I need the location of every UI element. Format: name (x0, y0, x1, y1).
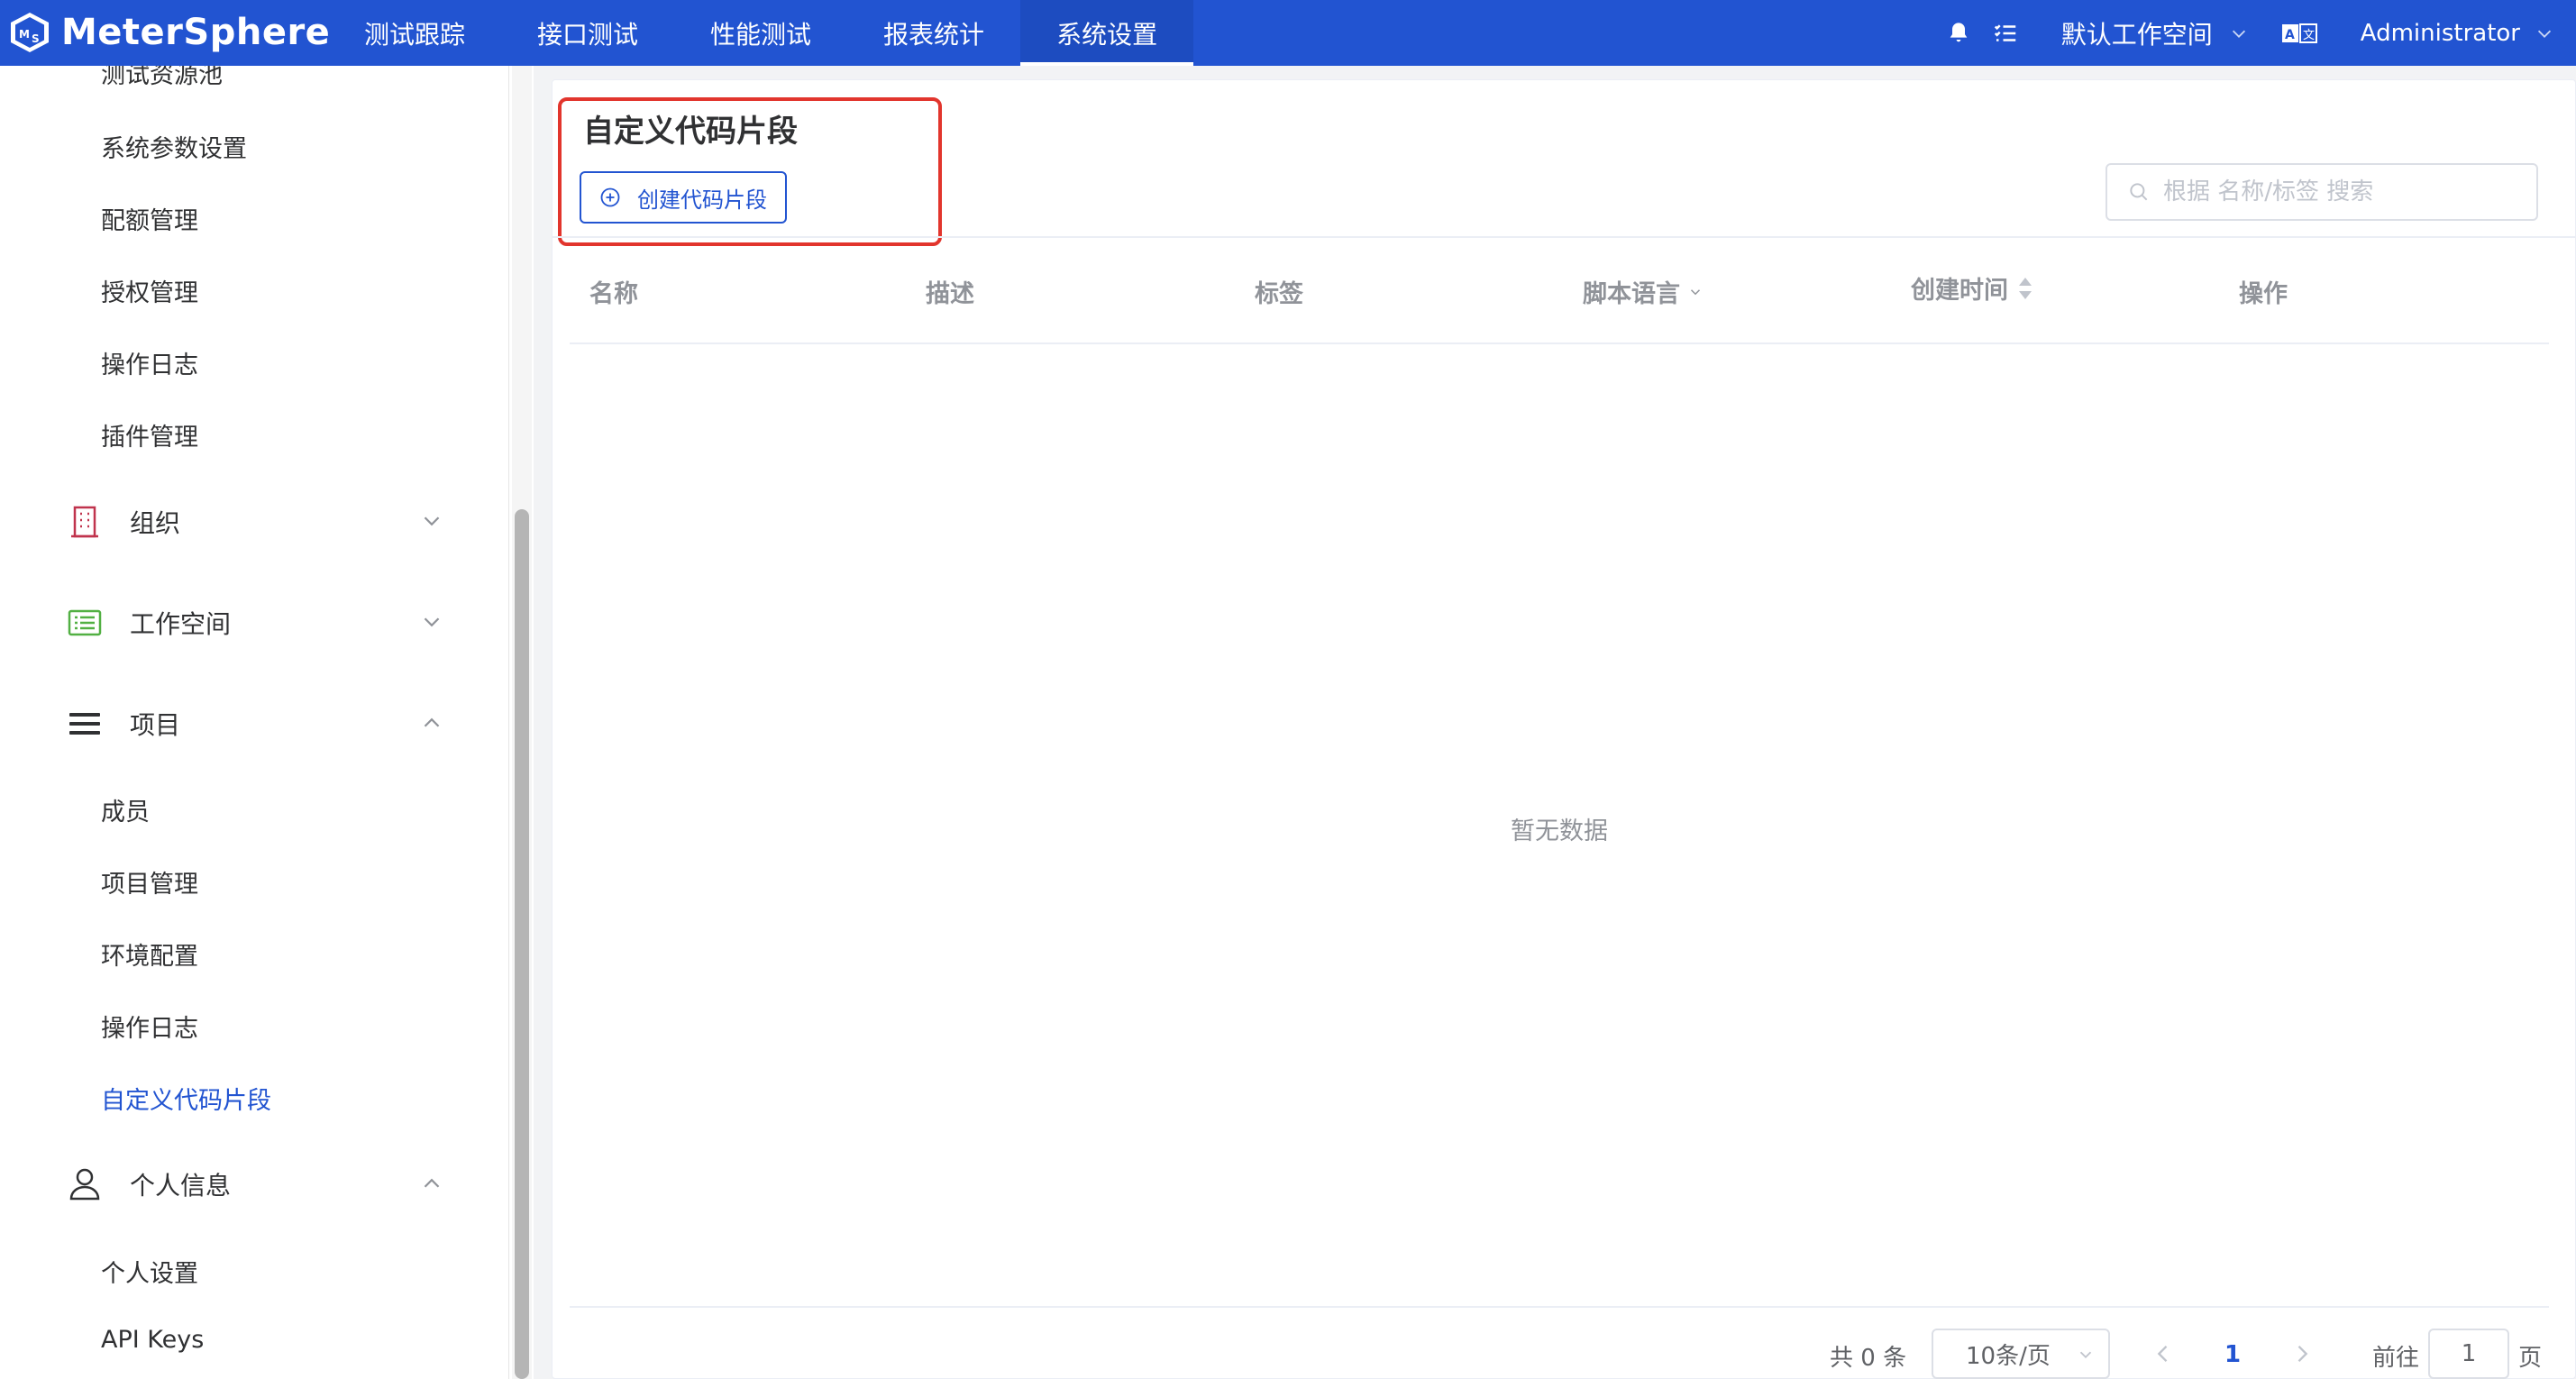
chevron-down-icon (2232, 30, 2245, 38)
workspace-name: 默认工作空间 (2060, 19, 2213, 50)
pagination-goto-input[interactable] (2428, 1329, 2509, 1379)
column-label: 名称 (589, 280, 638, 308)
sidebar-item-project-management[interactable]: 项目管理 (101, 864, 198, 900)
topbar-right: 默认工作空间 A 文 Administrator (1941, 0, 2576, 66)
main-nav: 测试跟踪 接口测试 性能测试 报表统计 系统设置 (328, 0, 1194, 66)
svg-text:文: 文 (2303, 29, 2315, 42)
svg-text:S: S (32, 32, 40, 45)
chevron-down-icon (424, 516, 440, 526)
sidebar-group-org[interactable]: 组织 (67, 495, 445, 549)
user-icon (67, 1166, 103, 1202)
nav-report[interactable]: 报表统计 (847, 0, 1020, 66)
chevron-down-icon (2537, 30, 2552, 38)
sidebar-item-members[interactable]: 成员 (101, 792, 150, 827)
nav-performance-test[interactable]: 性能测试 (674, 0, 847, 66)
user-menu[interactable]: Administrator (2361, 20, 2554, 47)
column-label: 创建时间 (1911, 277, 2008, 305)
next-page-icon[interactable] (2289, 1341, 2315, 1366)
sidebar: 测试资源池 系统参数设置 配额管理 授权管理 操作日志 插件管理 组织 工作空间… (0, 66, 509, 1379)
search-field[interactable] (2106, 163, 2538, 221)
sidebar-item-api-keys[interactable]: API Keys (101, 1326, 204, 1354)
nav-api-test[interactable]: 接口测试 (501, 0, 674, 66)
chevron-down-icon (2079, 1351, 2092, 1359)
sidebar-group-personal[interactable]: 个人信息 (67, 1157, 445, 1211)
sidebar-item-quota[interactable]: 配额管理 (101, 201, 198, 236)
sidebar-item-code-snippets[interactable]: 自定义代码片段 (101, 1081, 271, 1116)
search-icon (2130, 183, 2148, 201)
menu-icon (67, 706, 103, 742)
empty-state-text: 暂无数据 (1511, 817, 1608, 845)
column-label: 描述 (926, 280, 974, 308)
sidebar-item-resource-pool[interactable]: 测试资源池 (101, 66, 223, 90)
metersphere-logo-icon: M S (11, 13, 49, 52)
chevron-down-icon (424, 617, 440, 627)
column-label: 操作 (2239, 280, 2288, 308)
sidebar-group-label: 组织 (130, 508, 181, 538)
create-snippet-label: 创建代码片段 (637, 187, 767, 213)
table-header: 名称 描述 标签 脚本语言 创建时间 操作 (570, 261, 2549, 344)
sidebar-group-label: 工作空间 (130, 609, 232, 639)
page-title: 自定义代码片段 (583, 114, 798, 150)
sidebar-item-environment[interactable]: 环境配置 (101, 936, 198, 972)
nav-test-track[interactable]: 测试跟踪 (328, 0, 501, 66)
sidebar-item-license[interactable]: 授权管理 (101, 273, 198, 308)
page-size-value: 10条/页 (1966, 1342, 2051, 1370)
sidebar-item-operation-log[interactable]: 操作日志 (101, 345, 198, 380)
pagination-goto-label: 前往 (2372, 1345, 2420, 1372)
sort-icon[interactable] (2015, 275, 2035, 302)
column-created-time[interactable]: 创建时间 (1911, 270, 2035, 306)
pagination-page-suffix: 页 (2518, 1345, 2543, 1372)
top-navbar: M S MeterSphere 测试跟踪 接口测试 性能测试 报表统计 系统设置… (0, 0, 2576, 66)
svg-text:M: M (19, 28, 30, 41)
sidebar-group-label: 个人信息 (130, 1171, 232, 1201)
sidebar-group-label: 项目 (130, 710, 181, 740)
plus-circle-icon (600, 187, 620, 207)
building-icon (67, 504, 103, 540)
pagination-total: 共 0 条 (1830, 1345, 1907, 1372)
list-card-icon (67, 605, 103, 641)
svg-text:A: A (2285, 28, 2295, 42)
sidebar-group-workspace[interactable]: 工作空间 (67, 596, 445, 650)
sidebar-item-system-params[interactable]: 系统参数设置 (101, 129, 247, 164)
page-number-current[interactable]: 1 (2224, 1341, 2241, 1368)
search-input[interactable] (2163, 178, 2524, 205)
page-size-select[interactable]: 10条/页 (1932, 1329, 2110, 1379)
nav-system-settings[interactable]: 系统设置 (1020, 0, 1194, 66)
filter-chevron-icon[interactable] (1687, 284, 1704, 300)
card-divider (552, 236, 2576, 238)
bell-icon[interactable] (1941, 15, 1977, 51)
column-label: 标签 (1255, 280, 1303, 308)
column-name[interactable]: 名称 (589, 274, 638, 309)
app-name: MeterSphere (61, 12, 331, 53)
prev-page-icon[interactable] (2151, 1341, 2176, 1366)
user-name: Administrator (2360, 19, 2520, 47)
sidebar-item-project-log[interactable]: 操作日志 (101, 1009, 198, 1044)
column-label: 脚本语言 (1583, 280, 1680, 308)
column-tags[interactable]: 标签 (1255, 274, 1303, 309)
task-list-icon[interactable] (1987, 15, 2023, 51)
workspace-switcher[interactable]: 默认工作空间 (2061, 15, 2249, 51)
translate-icon[interactable]: A 文 (2281, 15, 2317, 51)
column-description[interactable]: 描述 (926, 274, 974, 309)
table-bottom-border (570, 1306, 2549, 1308)
column-actions: 操作 (2239, 274, 2288, 309)
create-snippet-button[interactable]: 创建代码片段 (580, 171, 787, 224)
sidebar-group-project[interactable]: 项目 (67, 697, 445, 751)
chevron-up-icon (424, 1178, 440, 1188)
column-script-language[interactable]: 脚本语言 (1583, 274, 1704, 309)
chevron-up-icon (424, 717, 440, 727)
app-logo[interactable]: M S MeterSphere (7, 5, 330, 59)
sidebar-item-plugins[interactable]: 插件管理 (101, 417, 198, 452)
sidebar-item-personal-settings[interactable]: 个人设置 (101, 1254, 198, 1289)
sidebar-scrollbar-thumb[interactable] (515, 509, 529, 1379)
